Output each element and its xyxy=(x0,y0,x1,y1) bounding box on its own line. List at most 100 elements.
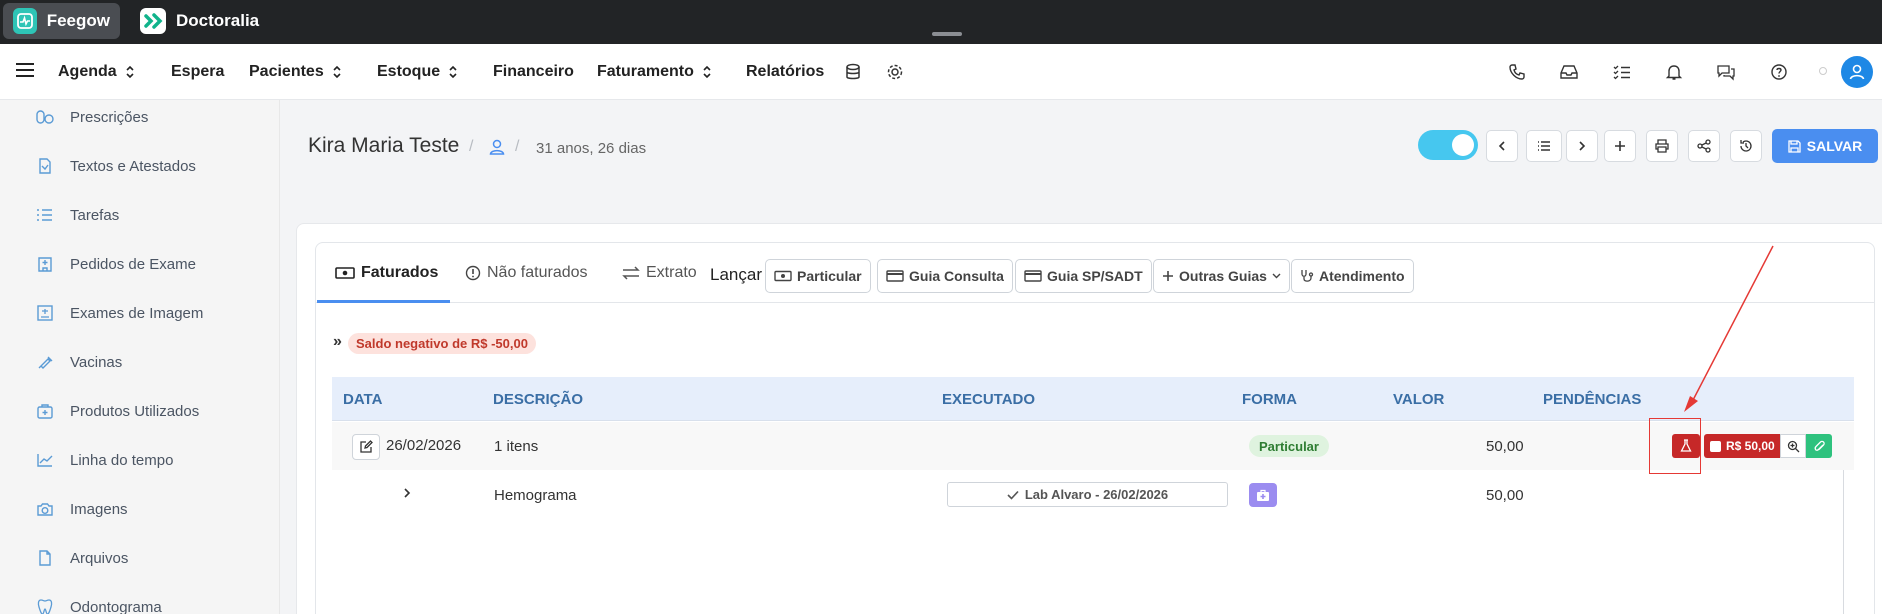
nav-pacientes[interactable]: Pacientes xyxy=(249,44,342,100)
check-icon xyxy=(1007,490,1019,500)
attachment-button[interactable] xyxy=(1806,434,1832,458)
money-icon xyxy=(335,266,355,280)
sidebar-item-label: Tarefas xyxy=(70,206,120,224)
add-button[interactable] xyxy=(1604,130,1636,162)
app-tab-doctoralia[interactable]: Doctoralia xyxy=(130,3,270,39)
medkit-icon xyxy=(1256,489,1270,502)
chevron-right-icon xyxy=(1576,140,1588,152)
history-button[interactable] xyxy=(1730,130,1762,162)
updown-icon xyxy=(332,65,342,79)
zoom-button[interactable] xyxy=(1780,434,1806,458)
button-label: Particular xyxy=(797,268,862,284)
button-label: Outras Guias xyxy=(1179,268,1267,284)
nav-financeiro[interactable]: Financeiro xyxy=(493,44,574,100)
feegow-logo-icon xyxy=(13,8,37,34)
scrollbar[interactable] xyxy=(1843,470,1844,614)
nav-relatorios[interactable]: Relatórios xyxy=(746,44,824,100)
phone-icon[interactable] xyxy=(1507,62,1527,82)
exchange-icon xyxy=(622,266,640,280)
breadcrumb-separator: / xyxy=(515,138,520,155)
app-tab-feegow[interactable]: Feegow xyxy=(3,3,120,39)
nav-label: Estoque xyxy=(377,63,441,80)
list-view-button[interactable] xyxy=(1526,130,1562,162)
expand-all-chevrons[interactable]: » xyxy=(333,333,342,351)
pills-icon xyxy=(36,109,54,125)
chart-line-icon xyxy=(36,452,54,468)
database-icon[interactable] xyxy=(843,62,863,82)
forma-badge: Particular xyxy=(1249,435,1329,457)
payment-amount-button[interactable]: R$ 50,00 xyxy=(1704,434,1780,458)
user-avatar[interactable] xyxy=(1841,56,1873,88)
inbox-icon[interactable] xyxy=(1559,62,1579,82)
help-icon[interactable] xyxy=(1769,62,1789,82)
column-header-valor: VALOR xyxy=(1393,391,1445,408)
sidebar-item-exames-imagem[interactable]: Exames de Imagem xyxy=(36,301,203,325)
tasks-icon[interactable] xyxy=(1612,62,1632,82)
chevron-left-icon xyxy=(1496,140,1508,152)
status-toggle[interactable] xyxy=(1418,130,1478,160)
executed-by-field[interactable]: Lab Alvaro - 26/02/2026 xyxy=(947,482,1228,507)
paperclip-icon xyxy=(1813,440,1826,453)
chat-icon[interactable] xyxy=(1716,62,1736,82)
tab-faturados[interactable]: Faturados xyxy=(335,264,438,282)
nav-faturamento[interactable]: Faturamento xyxy=(597,44,712,100)
column-header-data: DATA xyxy=(343,391,383,408)
drag-handle[interactable] xyxy=(932,32,962,36)
row-date: 26/02/2026 xyxy=(386,437,462,454)
sidebar-item-vacinas[interactable]: Vacinas xyxy=(36,350,122,374)
row-valor: 50,00 xyxy=(1486,438,1524,455)
nav-label: Financeiro xyxy=(493,63,574,80)
person-icon[interactable] xyxy=(488,138,506,156)
expand-row-chevron-icon[interactable] xyxy=(402,486,412,500)
sidebar-item-pedidos-exame[interactable]: Pedidos de Exame xyxy=(36,252,196,276)
sidebar-item-tarefas[interactable]: Tarefas xyxy=(36,203,119,227)
sidebar-item-prescricoes[interactable]: Prescrições xyxy=(36,105,148,129)
sidebar-item-textos[interactable]: Textos e Atestados xyxy=(36,154,196,178)
medical-case-button[interactable] xyxy=(1249,483,1277,507)
print-button[interactable] xyxy=(1646,130,1678,162)
sidebar-item-linha-tempo[interactable]: Linha do tempo xyxy=(36,448,173,472)
bell-icon[interactable] xyxy=(1664,62,1684,82)
chevron-down-icon xyxy=(1272,273,1281,279)
sidebar-item-imagens[interactable]: Imagens xyxy=(36,497,128,521)
share-icon xyxy=(1697,139,1711,153)
guia-consulta-button[interactable]: Guia Consulta xyxy=(877,259,1013,293)
hamburger-menu-icon[interactable] xyxy=(16,62,36,78)
tab-label: Faturados xyxy=(361,264,439,281)
plus-icon xyxy=(1614,140,1626,152)
printer-icon xyxy=(1655,139,1669,153)
atendimento-button[interactable]: Atendimento xyxy=(1291,259,1414,293)
sidebar-item-produtos[interactable]: Produtos Utilizados xyxy=(36,399,199,423)
nav-agenda[interactable]: Agenda xyxy=(58,44,135,100)
card-icon xyxy=(886,270,904,282)
executed-by-label: Lab Alvaro - 26/02/2026 xyxy=(1024,487,1169,502)
nav-espera[interactable]: Espera xyxy=(171,44,224,100)
button-label: Guia Consulta xyxy=(909,268,1004,284)
sidebar-item-odontograma[interactable]: Odontograma xyxy=(36,595,162,614)
previous-button[interactable] xyxy=(1486,130,1518,162)
checkbox[interactable] xyxy=(1710,440,1721,452)
camera-icon xyxy=(36,501,54,517)
row-description: 1 itens xyxy=(494,438,539,455)
tabs-divider xyxy=(316,302,1874,303)
nav-estoque[interactable]: Estoque xyxy=(377,44,458,100)
outras-guias-button[interactable]: Outras Guias xyxy=(1153,259,1290,293)
share-button[interactable] xyxy=(1688,130,1720,162)
edit-button[interactable] xyxy=(352,434,380,460)
gear-icon[interactable] xyxy=(885,62,905,82)
medkit-icon xyxy=(36,402,54,420)
document-icon xyxy=(36,157,54,175)
column-header-executado: EXECUTADO xyxy=(942,391,1036,408)
tab-nao-faturados[interactable]: Não faturados xyxy=(465,264,588,282)
guia-sp-sadt-button[interactable]: Guia SP/SADT xyxy=(1015,259,1152,293)
next-button[interactable] xyxy=(1566,130,1598,162)
button-label: Guia SP/SADT xyxy=(1047,268,1143,284)
particular-button[interactable]: Particular xyxy=(765,259,871,293)
sidebar-item-label: Prescrições xyxy=(70,108,149,126)
stethoscope-icon xyxy=(1300,269,1314,283)
list-icon xyxy=(1537,140,1551,152)
sidebar-item-arquivos[interactable]: Arquivos xyxy=(36,546,128,570)
save-button[interactable]: SALVAR xyxy=(1772,129,1878,163)
tab-extrato[interactable]: Extrato xyxy=(622,264,697,282)
money-icon xyxy=(774,270,792,282)
